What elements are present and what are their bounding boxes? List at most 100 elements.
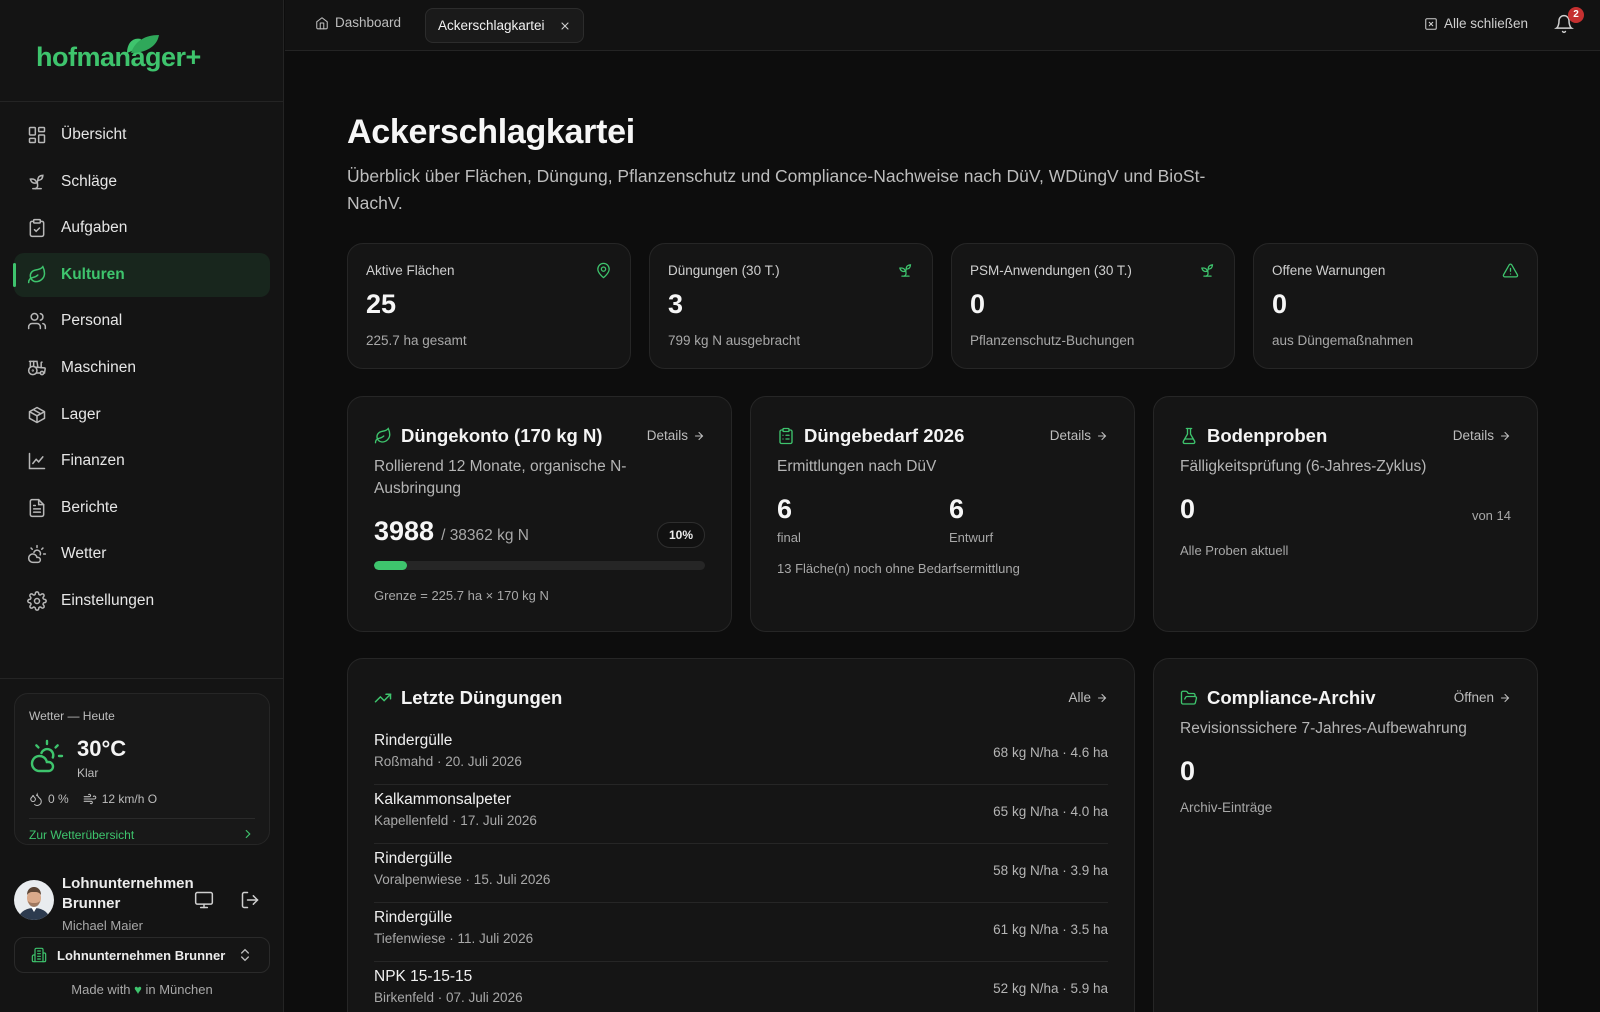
stat-sub: 225.7 ha gesamt bbox=[366, 333, 467, 348]
tab-dashboard[interactable]: Dashboard bbox=[315, 15, 401, 30]
archive-count: 0 bbox=[1180, 756, 1196, 786]
nav-item-lager[interactable]: Lager bbox=[14, 393, 270, 437]
avatar[interactable] bbox=[14, 880, 54, 920]
item-amount: 65 kg N/ha · 4.0 ha bbox=[993, 804, 1108, 819]
nav-label: Kulturen bbox=[61, 265, 125, 283]
arrow-right-icon bbox=[1096, 692, 1108, 704]
draft-label: Entwurf bbox=[949, 530, 994, 545]
stat-label: PSM-Anwendungen (30 T.) bbox=[970, 263, 1132, 278]
details-link[interactable]: Details bbox=[1453, 428, 1511, 443]
close-icon[interactable] bbox=[559, 20, 571, 32]
item-amount: 61 kg N/ha · 3.5 ha bbox=[993, 922, 1108, 937]
list-item[interactable]: Kalkammonsalpeter Kapellenfeld · 17. Jul… bbox=[374, 785, 1108, 844]
organization-select[interactable]: Lohnunternehmen Brunner bbox=[14, 937, 270, 973]
percent-badge: 10% bbox=[656, 522, 705, 548]
archive-label: Archiv-Einträge bbox=[1180, 800, 1273, 815]
card-description: Revisionssichere 7-Jahres-Aufbewahrung bbox=[1180, 720, 1467, 737]
main-nav: Übersicht Schläge Aufgaben Kulturen Pers… bbox=[13, 113, 270, 626]
folder-open-icon bbox=[1180, 689, 1198, 707]
open-link[interactable]: Öffnen bbox=[1454, 690, 1511, 705]
page-subtitle: Überblick über Flächen, Düngung, Pflanze… bbox=[347, 166, 1206, 213]
gear-icon bbox=[27, 591, 47, 611]
nav-item-einstellungen[interactable]: Einstellungen bbox=[14, 579, 270, 623]
card-title: Letzte Düngungen bbox=[401, 687, 563, 708]
nav-item-schlaege[interactable]: Schläge bbox=[14, 160, 270, 204]
chevron-right-icon[interactable] bbox=[241, 827, 255, 841]
cloud-sun-icon bbox=[27, 544, 47, 564]
user-company: Lohnunternehmen Brunner bbox=[62, 875, 194, 912]
item-meta: Tiefenwiese · 11. Juli 2026 bbox=[374, 931, 534, 946]
card-title: Düngekonto (170 kg N) bbox=[401, 425, 603, 446]
item-amount: 52 kg N/ha · 5.9 ha bbox=[993, 981, 1108, 996]
nav-item-wetter[interactable]: Wetter bbox=[14, 532, 270, 576]
logout-icon[interactable] bbox=[240, 890, 260, 910]
brand-logo[interactable]: hofmanager+ bbox=[36, 42, 201, 73]
weather-widget: Wetter — Heute 30°C Klar 0 % 12 km/h O Z… bbox=[14, 693, 270, 845]
card-header: Bodenproben bbox=[1180, 425, 1327, 447]
list-item[interactable]: Rindergülle Tiefenwiese · 11. Juli 2026 … bbox=[374, 903, 1108, 962]
list-item[interactable]: Rindergülle Voralpenwiese · 15. Juli 202… bbox=[374, 844, 1108, 903]
item-name: NPK 15-15-15 bbox=[374, 968, 473, 985]
organization-name: Lohnunternehmen Brunner bbox=[57, 947, 226, 963]
sprout-icon bbox=[1199, 262, 1216, 279]
tab-ackerschlagkartei[interactable]: Ackerschlagkartei bbox=[425, 8, 584, 43]
nav-item-finanzen[interactable]: Finanzen bbox=[14, 439, 270, 483]
tab-label: Ackerschlagkartei bbox=[438, 18, 545, 33]
nav-item-personal[interactable]: Personal bbox=[14, 299, 270, 343]
card-header: Letzte Düngungen bbox=[374, 687, 562, 709]
nav-label: Einstellungen bbox=[61, 591, 155, 609]
item-name: Kalkammonsalpeter bbox=[374, 791, 511, 808]
missing-note: 13 Fläche(n) noch ohne Bedarfsermittlung bbox=[777, 561, 1020, 576]
details-label: Details bbox=[646, 428, 688, 443]
nav-item-berichte[interactable]: Berichte bbox=[14, 486, 270, 530]
nav-item-maschinen[interactable]: Maschinen bbox=[14, 346, 270, 390]
weather-wind: 12 km/h O bbox=[101, 792, 158, 806]
warning-icon bbox=[1502, 262, 1519, 279]
nav-item-kulturen[interactable]: Kulturen bbox=[13, 252, 270, 297]
open-label: Öffnen bbox=[1453, 690, 1494, 705]
weather-overview-link[interactable]: Zur Wetterübersicht bbox=[29, 828, 134, 842]
all-link[interactable]: Alle bbox=[1068, 690, 1108, 705]
item-meta: Voralpenwiese · 15. Juli 2026 bbox=[374, 872, 551, 887]
arrow-right-icon bbox=[1096, 430, 1108, 442]
card-header: Düngekonto (170 kg N) bbox=[374, 425, 602, 447]
stat-card-warnings: Offene Warnungen 0 aus Düngemaßnahmen bbox=[1253, 243, 1538, 369]
weather-condition: Klar bbox=[77, 766, 99, 780]
nav-item-aufgaben[interactable]: Aufgaben bbox=[14, 206, 270, 250]
limit-footnote: Grenze = 225.7 ha × 170 kg N bbox=[374, 588, 549, 603]
heart-icon: ♥ bbox=[134, 982, 142, 997]
progress-fill bbox=[374, 561, 408, 570]
list-item[interactable]: Rindergülle Roßmahd · 20. Juli 2026 68 k… bbox=[374, 726, 1108, 785]
weather-precip: 0 % bbox=[48, 792, 69, 806]
progress-bar bbox=[374, 561, 705, 570]
stat-card-fertilizations: Düngungen (30 T.) 3 799 kg N ausgebracht bbox=[649, 243, 933, 369]
item-amount: 58 kg N/ha · 3.9 ha bbox=[993, 863, 1108, 878]
item-meta: Kapellenfeld · 17. Juli 2026 bbox=[374, 813, 537, 828]
list-item[interactable]: NPK 15-15-15 Birkenfeld · 07. Juli 2026 … bbox=[374, 962, 1108, 1012]
clipboard-check-icon bbox=[27, 218, 47, 238]
duengekonto-value: 3988 bbox=[374, 516, 435, 546]
chevrons-up-down-icon bbox=[237, 947, 253, 963]
monitor-icon[interactable] bbox=[194, 890, 214, 910]
card-bodenproben: Bodenproben Details Fälligkeitsprüfung (… bbox=[1153, 396, 1538, 632]
due-value: 0 bbox=[1180, 494, 1196, 524]
close-all-button[interactable]: Alle schließen bbox=[1424, 16, 1528, 31]
details-link[interactable]: Details bbox=[647, 428, 705, 443]
droplets-icon bbox=[29, 792, 43, 806]
arrow-right-icon bbox=[1499, 692, 1511, 704]
package-icon bbox=[27, 405, 47, 425]
users-icon bbox=[27, 311, 47, 331]
details-link[interactable]: Details bbox=[1050, 428, 1108, 443]
final-label: final bbox=[777, 530, 801, 545]
nav-label: Lager bbox=[61, 405, 101, 423]
file-text-icon bbox=[27, 498, 47, 518]
stat-label: Aktive Flächen bbox=[366, 263, 455, 278]
card-header: Düngebedarf 2026 bbox=[777, 425, 964, 447]
made-with-suffix: in München bbox=[145, 982, 213, 997]
nav-item-uebersicht[interactable]: Übersicht bbox=[14, 113, 270, 157]
home-icon bbox=[315, 16, 329, 30]
weather-divider bbox=[29, 818, 255, 819]
weather-title: Wetter — Heute bbox=[29, 709, 115, 723]
item-name: Rindergülle bbox=[374, 850, 453, 867]
cloud-sun-icon bbox=[29, 738, 65, 774]
